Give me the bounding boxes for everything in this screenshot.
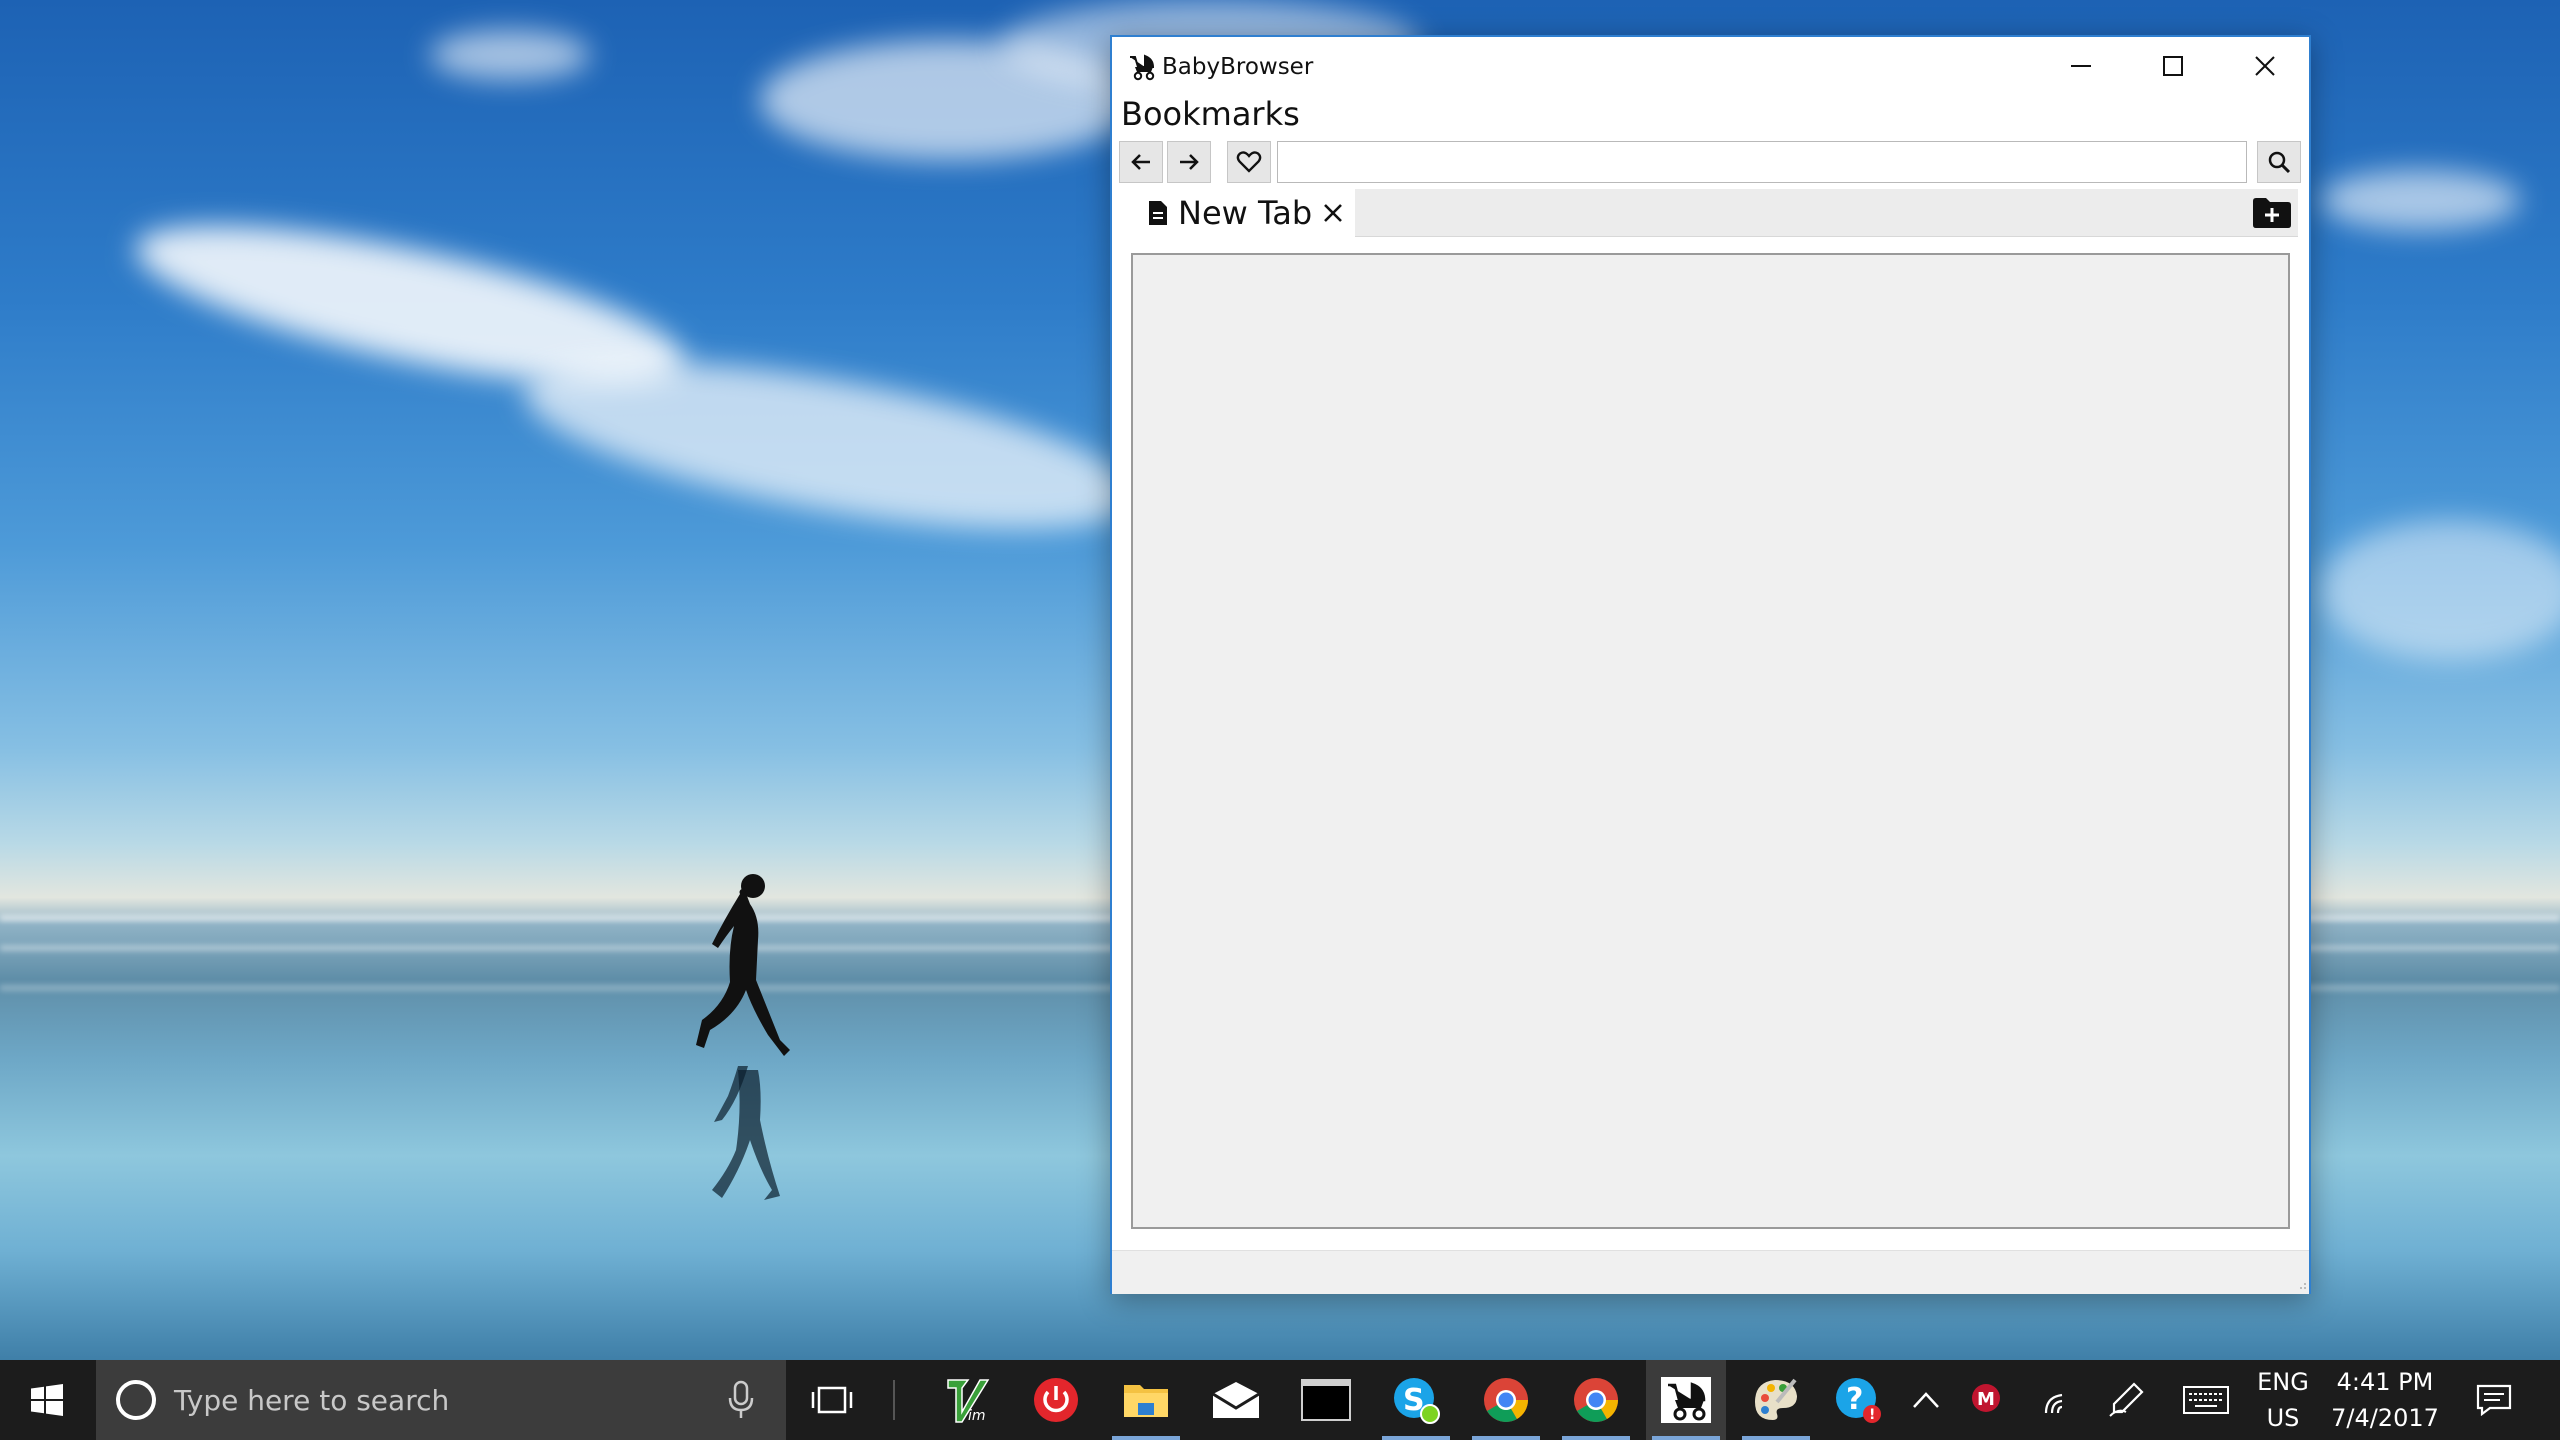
close-button[interactable] (2219, 37, 2311, 95)
minimize-icon (2071, 65, 2091, 67)
tray-pen[interactable] (2098, 1360, 2154, 1440)
language-indicator[interactable]: ENG US (2250, 1368, 2316, 1432)
keyboard-icon (2183, 1386, 2229, 1414)
action-center-button[interactable] (2466, 1360, 2522, 1440)
svg-text:!: ! (1869, 1407, 1875, 1423)
tray-keyboard[interactable] (2178, 1360, 2234, 1440)
paint-palette-icon (1755, 1378, 1797, 1420)
arrow-right-icon (1180, 154, 1199, 170)
cloud (513, 327, 1147, 563)
resize-grip-icon[interactable] (2295, 1280, 2307, 1292)
region-code: US (2266, 1404, 2300, 1432)
back-button[interactable] (1119, 141, 1163, 183)
clock-time: 4:41 PM (2336, 1368, 2434, 1396)
taskbar-app-terminal[interactable] (1286, 1360, 1366, 1440)
cortana-icon (116, 1380, 156, 1420)
folder-plus-icon (2253, 198, 2291, 228)
taskbar-app-file-explorer[interactable] (1106, 1360, 1186, 1440)
svg-text:?: ? (1846, 1382, 1863, 1417)
page-content-area[interactable] (1131, 253, 2290, 1229)
microphone-icon[interactable] (726, 1380, 756, 1420)
runner-silhouette (696, 874, 790, 1200)
taskbar-app-vim[interactable]: im (926, 1360, 1006, 1440)
windows-logo-icon (31, 1384, 63, 1416)
url-input[interactable] (1277, 141, 2247, 183)
vim-icon: im (947, 1379, 990, 1424)
folder-icon (1124, 1385, 1168, 1417)
stroller-icon (1130, 54, 1155, 81)
magnifier-icon (2268, 151, 2291, 174)
taskbar-app-chrome[interactable] (1466, 1360, 1546, 1440)
add-bookmark-button[interactable] (1227, 141, 1271, 183)
close-icon[interactable] (1322, 202, 1344, 224)
wifi-icon (2044, 1393, 2063, 1414)
svg-text:M: M (1977, 1389, 1995, 1410)
forward-button[interactable] (1167, 141, 1211, 183)
close-icon (2255, 56, 2275, 76)
tab-new-tab[interactable]: New Tab (1130, 189, 1355, 237)
task-view-icon (811, 1386, 853, 1414)
search-placeholder: Type here to search (174, 1384, 450, 1417)
notification-icon (2476, 1384, 2512, 1416)
cloud (430, 30, 590, 80)
chrome-icon (1574, 1378, 1618, 1422)
chevron-up-icon (1913, 1392, 1939, 1408)
search-button[interactable] (2257, 141, 2301, 183)
terminal-icon (1301, 1379, 1351, 1421)
taskbar-app-help[interactable]: ?! (1820, 1360, 1900, 1440)
window-title: BabyBrowser (1162, 54, 1314, 80)
tray-network[interactable] (2030, 1360, 2086, 1440)
tray-antivirus[interactable]: M (1960, 1360, 2016, 1440)
taskbar: Type here to search im S ?! M ENG US 4:4… (0, 1360, 2560, 1440)
taskbar-search-box[interactable]: Type here to search (96, 1360, 786, 1440)
minimize-button[interactable] (2035, 37, 2127, 95)
clock[interactable]: 4:41 PM 7/4/2017 (2330, 1368, 2440, 1432)
taskbar-app-chrome-2[interactable] (1556, 1360, 1636, 1440)
cloud (2320, 170, 2520, 230)
power-icon (1034, 1378, 1078, 1422)
maximize-icon (2163, 56, 2183, 76)
stroller-icon (1661, 1377, 1711, 1423)
tab-label: New Tab (1178, 194, 1313, 232)
skype-icon: S (1394, 1378, 1440, 1424)
taskbar-app-power[interactable] (1016, 1360, 1096, 1440)
taskbar-app-skype[interactable]: S (1376, 1360, 1456, 1440)
taskbar-app-mail[interactable] (1196, 1360, 1276, 1440)
cloud (2320, 520, 2560, 660)
mail-icon (1212, 1382, 1260, 1418)
taskbar-app-paint[interactable] (1736, 1360, 1816, 1440)
pen-icon (2109, 1382, 2144, 1417)
svg-text:im: im (968, 1408, 986, 1424)
maximize-button[interactable] (2127, 37, 2219, 95)
chrome-icon (1484, 1378, 1528, 1422)
taskbar-divider (893, 1380, 895, 1420)
status-bar (1112, 1250, 2309, 1294)
antivirus-icon: M (1972, 1384, 2000, 1412)
help-icon: ?! (1836, 1378, 1881, 1423)
taskbar-app-babybrowser[interactable] (1646, 1360, 1726, 1440)
bookmarks-menu[interactable]: Bookmarks (1121, 95, 1300, 133)
tab-strip: New Tab (1130, 189, 2298, 237)
language-code: ENG (2257, 1368, 2309, 1396)
browser-window: BabyBrowser Bookmarks New Tab (1110, 35, 2311, 1294)
title-bar[interactable]: BabyBrowser (1112, 37, 2309, 95)
document-icon (1149, 201, 1167, 225)
clock-date: 7/4/2017 (2331, 1404, 2439, 1432)
task-view-button[interactable] (800, 1360, 864, 1440)
arrow-left-icon (1131, 154, 1150, 170)
start-button[interactable] (0, 1360, 94, 1440)
heart-icon (1236, 151, 1262, 173)
show-hidden-icons-button[interactable] (1898, 1360, 1954, 1440)
new-tab-button[interactable] (2250, 193, 2294, 233)
